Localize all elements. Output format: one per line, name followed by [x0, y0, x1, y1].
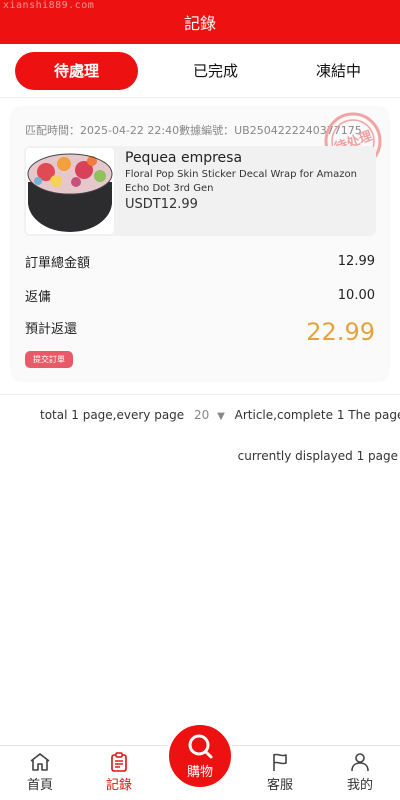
- home-icon: [30, 753, 50, 771]
- product-name: Pequea empresa: [125, 150, 243, 166]
- page-title: 記錄: [183, 14, 216, 33]
- pagination-text-after: Article,complete 1 The page is: [234, 408, 400, 422]
- chevron-down-icon[interactable]: ▼: [217, 411, 225, 422]
- rebate-row: 返傭 10.00: [25, 286, 375, 305]
- tab-frozen[interactable]: 凍結中: [277, 52, 400, 90]
- search-icon: [188, 734, 213, 759]
- flag-icon: [273, 753, 287, 771]
- nav-records-label: 記錄: [105, 778, 132, 793]
- nav-service-label: 客服: [266, 778, 293, 793]
- product-image: [26, 148, 114, 234]
- order-meta: 匹配時間：2025-04-22 22:40數據編號：UB250422224037…: [25, 124, 362, 137]
- nav-mine[interactable]: 我的: [330, 752, 390, 793]
- pagination-info: total 1 page,every page 20 ▼ Article,com…: [40, 408, 400, 422]
- expected-return-label: 預計返還: [25, 322, 78, 337]
- order-total-value: 12.99: [337, 254, 375, 269]
- rebate-value: 10.00: [337, 288, 375, 303]
- pagination-text-before: total 1 page,every page: [40, 408, 185, 422]
- product-description: Floral Pop Skin Sticker Decal Wrap for A…: [125, 169, 358, 194]
- nav-home-label: 首頁: [26, 778, 53, 793]
- divider: [0, 394, 400, 395]
- product-price: USDT12.99: [125, 197, 198, 212]
- nav-mine-label: 我的: [346, 778, 373, 793]
- rebate-label: 返傭: [25, 290, 52, 305]
- tab-completed[interactable]: 已完成: [154, 52, 277, 90]
- order-total-row: 訂單總金額 12.99: [25, 252, 375, 271]
- nav-records[interactable]: 記錄: [89, 752, 149, 793]
- expected-return-row: 預計返還 22.99: [25, 318, 375, 346]
- page-size-select[interactable]: 20: [194, 408, 209, 422]
- nav-home[interactable]: 首頁: [10, 752, 70, 793]
- product-panel[interactable]: Pequea empresa Floral Pop Skin Sticker D…: [24, 146, 376, 236]
- pagination-current: currently displayed 1 page: [237, 449, 398, 463]
- clipboard-icon: [111, 752, 127, 772]
- nav-service[interactable]: 客服: [250, 752, 310, 793]
- shop-button[interactable]: 購物: [166, 722, 234, 790]
- watermark: xianshi889.com: [3, 0, 95, 11]
- order-card: 匹配時間：2025-04-22 22:40數據編號：UB250422224037…: [12, 108, 388, 380]
- expected-return-value: 22.99: [306, 318, 375, 346]
- top-bar: xianshi889.com 記錄: [0, 0, 400, 44]
- order-total-label: 訂單總金額: [25, 256, 91, 271]
- submit-order-button[interactable]: 提交訂單: [25, 351, 73, 368]
- status-tabs: 待處理 已完成 凍結中: [0, 44, 400, 98]
- shop-button-label: 購物: [186, 765, 213, 780]
- tab-pending[interactable]: 待處理: [15, 51, 138, 90]
- user-icon: [351, 753, 369, 772]
